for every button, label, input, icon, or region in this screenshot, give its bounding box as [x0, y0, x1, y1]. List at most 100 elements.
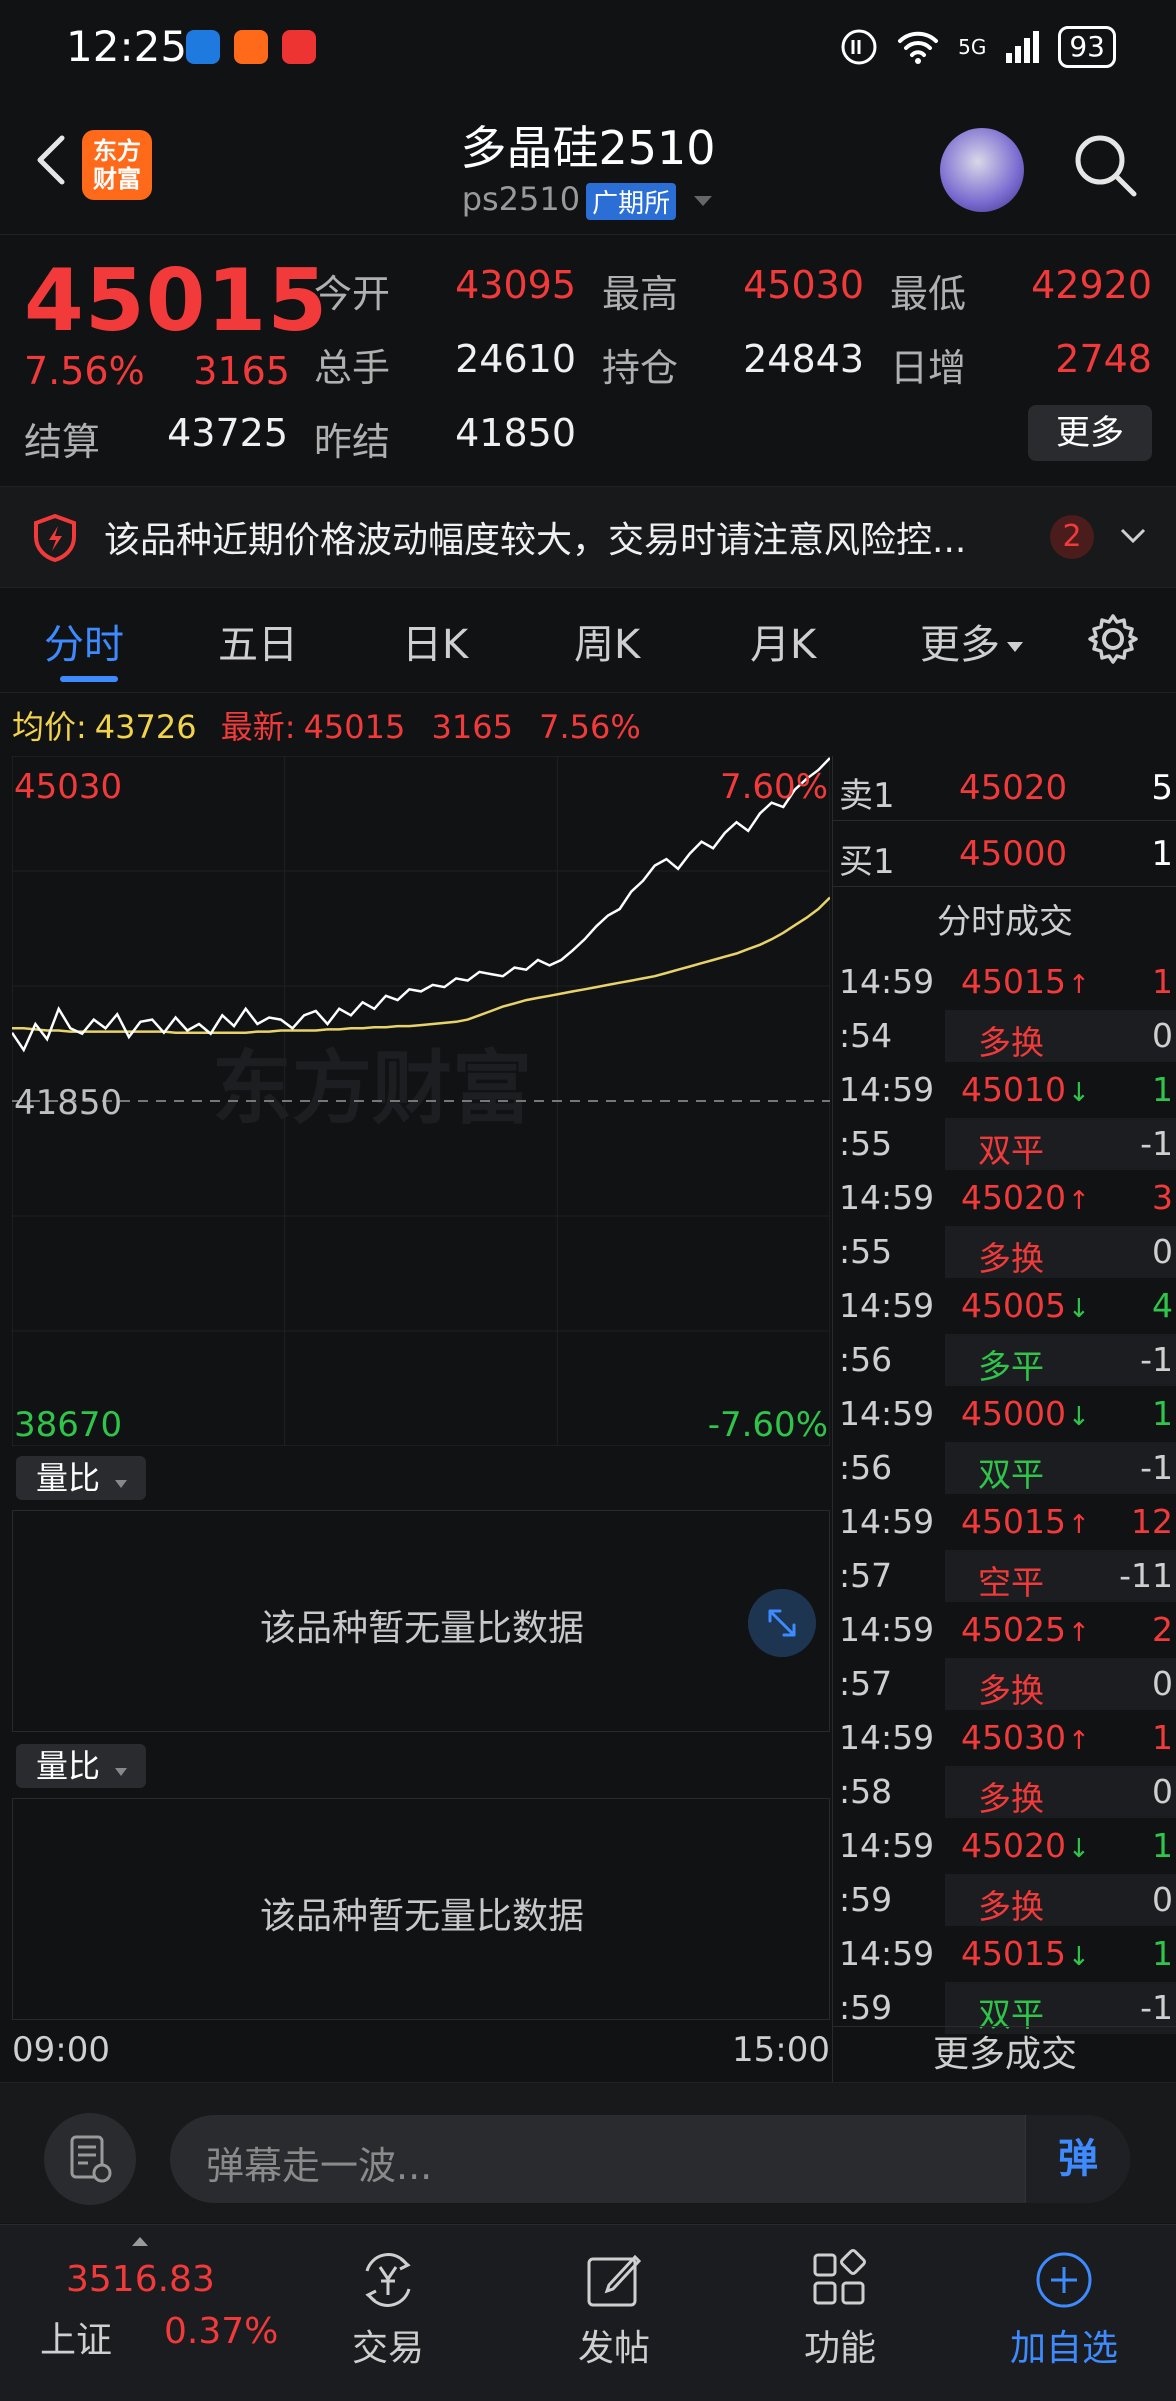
trade-row: 14:59 45015↓ 1: [833, 1928, 1176, 1982]
caret-down-icon: [115, 1768, 128, 1776]
robot-assistant-icon[interactable]: [940, 128, 1024, 212]
trade-subsecond: :57: [839, 1664, 893, 1703]
nav-post[interactable]: 发帖: [544, 2249, 684, 2371]
notification-app-icon: [282, 30, 316, 64]
danmaku-settings-icon: [70, 2135, 112, 2183]
field-value: 41850: [455, 411, 576, 455]
field-label: 今开: [314, 272, 391, 316]
volume-ratio-panel: 量比 该品种暂无量比数据: [12, 1736, 830, 2022]
bid-price: 45000: [959, 834, 1068, 874]
bottom-nav: 3516.83 上证 0.37% 交易 发帖 功能 加自选: [0, 2224, 1176, 2401]
field-label: 昨结: [314, 420, 391, 464]
search-icon[interactable]: [1070, 130, 1140, 200]
risk-warning-banner[interactable]: 该品种近期价格波动幅度较大，交易时请注意风险控... 2: [0, 486, 1176, 588]
bid-label: 买1: [839, 842, 895, 882]
nav-add-watchlist-label: 加自选: [1009, 2328, 1118, 2369]
tab-weekly-k[interactable]: 周K: [574, 612, 640, 670]
nav-trade[interactable]: 交易: [318, 2249, 458, 2371]
arrow-up-icon: ↑: [1067, 1186, 1090, 1216]
trade-type: 双平: [978, 1455, 1044, 1494]
indicator-label: 量比: [36, 1459, 101, 1497]
contract-code: ps2510: [461, 180, 581, 218]
tab-more[interactable]: 更多: [920, 612, 1024, 670]
comment-input[interactable]: 弹幕走一波... 弹: [170, 2115, 1130, 2203]
change-value: 3165: [193, 349, 290, 393]
indicator-selector[interactable]: 量比: [16, 1744, 146, 1788]
trade-time: 14:59: [839, 1178, 935, 1217]
trade-price-value: 45015: [961, 1934, 1066, 1973]
trade-type-qty: -1: [1140, 1448, 1173, 1487]
caret-down-icon: [1007, 642, 1023, 652]
trade-price: 45015↑: [961, 1502, 1090, 1541]
latest-price: 45015: [303, 708, 406, 746]
chevron-down-icon[interactable]: [1118, 521, 1148, 551]
trade-type-row: :58 多换 0: [833, 1766, 1176, 1820]
trade-time: 14:59: [839, 1826, 935, 1865]
nav-add-watchlist[interactable]: 加自选: [994, 2249, 1134, 2371]
trade-type-row: :59 多换 0: [833, 1874, 1176, 1928]
field-value: 2748: [1055, 337, 1152, 381]
field-label: 持仓: [602, 346, 679, 390]
x-tick-start: 09:00: [12, 2030, 110, 2070]
arrow-down-icon: ↓: [1067, 1402, 1090, 1432]
more-fields-button[interactable]: 更多: [1028, 405, 1152, 461]
trade-type: 多换: [978, 1887, 1044, 1926]
trade-time: 14:59: [839, 1070, 935, 1109]
tab-intraday[interactable]: 分时: [44, 612, 124, 670]
indicator-selector[interactable]: 量比: [16, 1456, 146, 1500]
tab-daily-k[interactable]: 日K: [402, 612, 468, 670]
more-trades-button[interactable]: 更多成交: [833, 2026, 1176, 2083]
indicator-chart-area: 该品种暂无量比数据: [12, 1510, 830, 1732]
gear-icon[interactable]: [1086, 612, 1140, 666]
trade-price: 45020↑: [961, 1178, 1090, 1217]
trade-price-value: 45030: [961, 1718, 1066, 1757]
trade-qty: 4: [1152, 1286, 1173, 1325]
field-label: 最低: [890, 272, 967, 316]
caret-down-icon: [115, 1480, 128, 1488]
tab-monthly-k[interactable]: 月K: [750, 612, 816, 670]
no-data-text: 该品种暂无量比数据: [259, 1896, 584, 1937]
risk-count-badge: 2: [1050, 515, 1094, 559]
trade-price-value: 45020: [961, 1826, 1066, 1865]
expand-icon[interactable]: [748, 1589, 816, 1657]
trade-row: 14:59 45020↓ 1: [833, 1820, 1176, 1874]
field-value: 24610: [455, 337, 576, 381]
trade-type-qty: 0: [1152, 1232, 1173, 1271]
trade-row: 14:59 45030↑ 1: [833, 1712, 1176, 1766]
trade-type: 双平: [978, 1131, 1044, 1170]
bid-row: 买1 45000 1: [833, 824, 1176, 887]
comment-bar: 弹幕走一波... 弹: [0, 2082, 1176, 2223]
trade-type: 空平: [978, 1563, 1044, 1602]
danmaku-send-button[interactable]: 弹: [1025, 2115, 1130, 2203]
comment-settings-button[interactable]: [44, 2113, 136, 2205]
trade-type-row: :55 多换 0: [833, 1226, 1176, 1280]
nav-functions[interactable]: 功能: [770, 2249, 910, 2371]
index-name: 上证: [40, 2320, 113, 2361]
taobao-app-icon: [234, 30, 268, 64]
trade-qty: 1: [1152, 1826, 1173, 1865]
trade-type-qty: -1: [1140, 1988, 1173, 2027]
trade-time: 14:59: [839, 1394, 935, 1433]
intraday-chart[interactable]: 东方财富 45030 41850 38670 7.60% -7.60%: [12, 756, 830, 1446]
arrow-down-icon: ↓: [1067, 1294, 1090, 1324]
trade-type-row: :57 多换 0: [833, 1658, 1176, 1712]
trade-type-row: :56 双平 -1: [833, 1442, 1176, 1496]
shield-warning-icon: [34, 513, 76, 563]
trade-type-row: :54 多换 0: [833, 1010, 1176, 1064]
tab-five-day[interactable]: 五日: [218, 612, 298, 670]
field-value: 45030: [743, 263, 864, 307]
comment-placeholder: 弹幕走一波...: [206, 2144, 433, 2188]
y-top-label: 45030: [14, 767, 122, 807]
field-value: 43095: [455, 263, 576, 307]
caret-up-icon[interactable]: [130, 2235, 150, 2247]
trade-type-qty: 0: [1152, 1880, 1173, 1919]
trade-subsecond: :57: [839, 1556, 893, 1595]
trade-price-value: 45025: [961, 1610, 1066, 1649]
arrow-down-icon: ↓: [1067, 1942, 1090, 1972]
index-value[interactable]: 3516.83: [66, 2259, 215, 2300]
status-time: 12:25: [66, 22, 188, 71]
trade-row: 14:59 45005↓ 4: [833, 1280, 1176, 1334]
avg-label: 均价:: [12, 708, 87, 746]
latest-pct: 7.56%: [539, 708, 641, 746]
pct-bottom-label: -7.60%: [708, 1405, 828, 1445]
